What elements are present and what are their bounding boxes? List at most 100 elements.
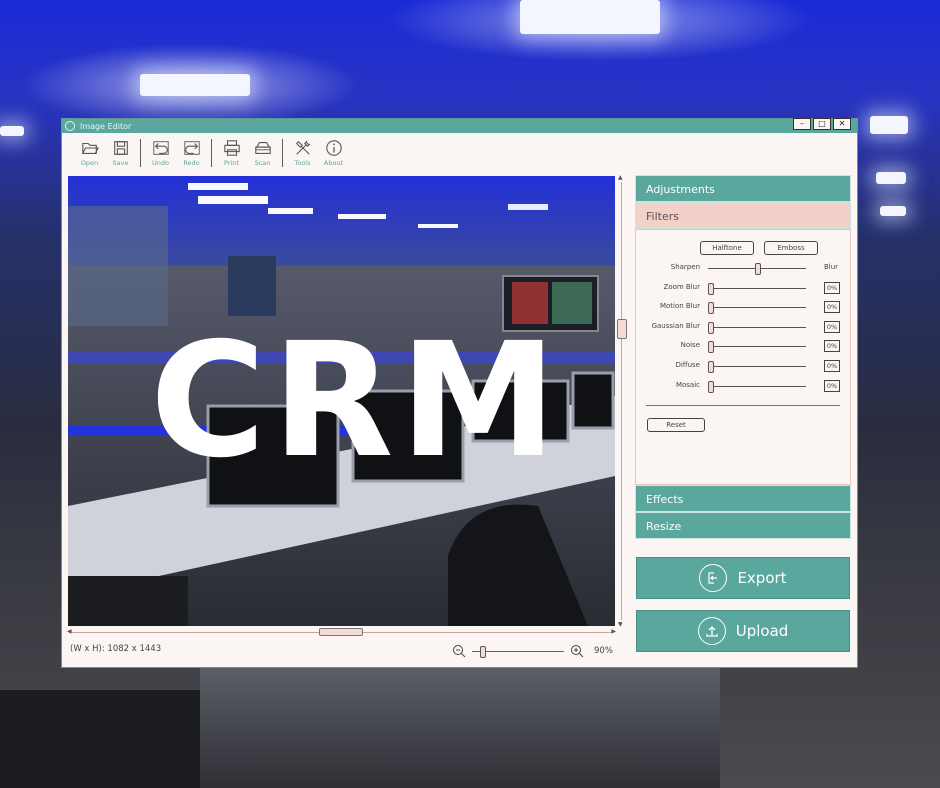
scroll-down-arrow[interactable]: ▼ (618, 621, 623, 628)
filters-body: Halftone Emboss Sharpen Blur Zoom Blur 0… (635, 229, 851, 485)
tools-label: Tools (294, 159, 311, 167)
slider-track (708, 283, 806, 295)
slider-value: 0% (824, 301, 840, 313)
slider-value: 0% (824, 321, 840, 333)
slider-value: 0% (824, 282, 840, 294)
blur-label: Blur (824, 263, 839, 271)
open-button[interactable]: Open (74, 139, 105, 167)
scanner-icon (254, 142, 271, 154)
noise-slider[interactable]: Noise 0% (636, 340, 850, 353)
export-icon (699, 564, 728, 592)
print-button[interactable]: Print (216, 139, 247, 167)
zoom-percent: 90% (594, 646, 613, 656)
panel-divider (646, 405, 840, 406)
vertical-scroll-thumb[interactable] (617, 319, 627, 339)
scroll-up-arrow[interactable]: ▲ (618, 174, 623, 181)
redo-label: Redo (183, 159, 200, 167)
slider-track (708, 361, 806, 373)
export-label: Export (737, 569, 787, 587)
zoom-blur-slider[interactable]: Zoom Blur 0% (636, 282, 850, 295)
redo-icon (183, 141, 200, 155)
upload-label: Upload (735, 622, 789, 640)
slider-thumb[interactable] (708, 381, 714, 393)
slider-value: 0% (824, 360, 840, 372)
slider-thumb[interactable] (708, 302, 714, 314)
scroll-left-arrow[interactable]: ◀ (67, 628, 72, 635)
diffuse-slider[interactable]: Diffuse 0% (636, 360, 850, 373)
window-controls: – □ ✕ (793, 118, 851, 130)
toolbar: Open Save Undo Redo Print Scan Tools Abo… (62, 133, 857, 169)
motion-blur-slider[interactable]: Motion Blur 0% (636, 301, 850, 314)
title-bar[interactable]: Image Editor – □ ✕ (62, 118, 857, 133)
save-button[interactable]: Save (105, 139, 136, 167)
adjustments-header[interactable]: Adjustments (635, 175, 851, 202)
open-label: Open (80, 159, 99, 167)
mosaic-slider[interactable]: Mosaic 0% (636, 380, 850, 393)
scan-label: Scan (254, 159, 271, 167)
toolbar-divider (282, 139, 283, 167)
export-button[interactable]: Export (636, 557, 850, 599)
filters-header[interactable]: Filters (635, 202, 851, 229)
slider-label: Zoom Blur (663, 283, 700, 291)
upload-icon (697, 617, 726, 645)
undo-label: Undo (152, 159, 169, 167)
zoom-out-icon[interactable] (452, 644, 466, 658)
horizontal-scroll-thumb[interactable] (319, 628, 363, 636)
zoom-control: 90% (452, 644, 613, 658)
ceiling-light (520, 0, 660, 34)
redo-button[interactable]: Redo (176, 139, 207, 167)
reset-button[interactable]: Reset (647, 418, 705, 432)
emboss-button[interactable]: Emboss (764, 241, 818, 255)
gaussian-blur-slider[interactable]: Gaussian Blur 0% (636, 321, 850, 334)
ceiling-light (870, 116, 908, 134)
toolbar-divider (140, 139, 141, 167)
upload-button[interactable]: Upload (636, 610, 850, 652)
horizontal-scrollbar[interactable]: ◀ ▶ (67, 628, 616, 636)
desk (200, 668, 720, 788)
ceiling-light (140, 74, 250, 96)
window-title: Image Editor (80, 121, 132, 131)
zoom-in-icon[interactable] (570, 644, 584, 658)
slider-thumb[interactable] (708, 322, 714, 334)
tools-icon (295, 140, 311, 155)
app-icon (65, 121, 75, 131)
slider-thumb[interactable] (708, 361, 714, 373)
settings-panel: Adjustments Filters Halftone Emboss Shar… (635, 175, 851, 545)
halftone-button[interactable]: Halftone (700, 241, 754, 255)
effects-header[interactable]: Effects (635, 485, 851, 512)
image-dimensions: (W x H): 1082 x 1443 (70, 644, 162, 654)
ceiling-light (880, 206, 906, 216)
folder-open-icon (81, 142, 99, 154)
scroll-right-arrow[interactable]: ▶ (611, 628, 616, 635)
undo-button[interactable]: Undo (145, 139, 176, 167)
about-label: About (323, 159, 344, 167)
floppy-disk-icon (113, 141, 128, 155)
slider-thumb[interactable] (708, 283, 714, 295)
slider-track (708, 322, 806, 334)
zoom-slider[interactable] (472, 645, 564, 658)
slider-thumb[interactable] (708, 341, 714, 353)
about-button[interactable]: About (318, 139, 349, 167)
sharpen-label: Sharpen (670, 263, 700, 271)
printer-icon (223, 140, 240, 156)
undo-icon (152, 141, 169, 155)
save-label: Save (112, 159, 129, 167)
tools-button[interactable]: Tools (287, 139, 318, 167)
resize-header[interactable]: Resize (635, 512, 851, 539)
maximize-button[interactable]: □ (813, 118, 831, 130)
slider-track (708, 302, 806, 314)
toolbar-divider (211, 139, 212, 167)
vertical-track (621, 182, 622, 620)
slider-thumb[interactable] (755, 263, 761, 275)
scan-button[interactable]: Scan (247, 139, 278, 167)
slider-track (708, 381, 806, 393)
zoom-slider-thumb[interactable] (480, 645, 486, 658)
ceiling-light (0, 126, 24, 136)
vertical-scrollbar[interactable]: ▲ ▼ (617, 174, 627, 628)
minimize-button[interactable]: – (793, 118, 811, 130)
close-button[interactable]: ✕ (833, 118, 851, 130)
print-label: Print (224, 159, 239, 167)
sharpen-blur-slider[interactable]: Sharpen Blur (636, 262, 850, 275)
slider-label: Diffuse (675, 361, 700, 369)
slider-label: Gaussian Blur (651, 322, 700, 330)
